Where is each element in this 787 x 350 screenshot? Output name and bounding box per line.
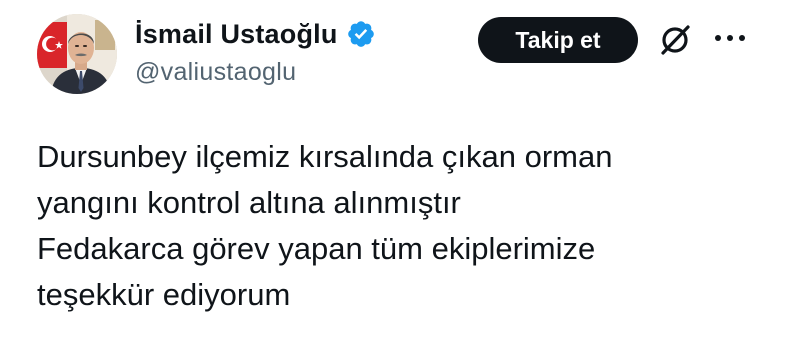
avatar[interactable]: [37, 14, 117, 94]
tweet-text-line: yangını kontrol altına alınmıştır: [37, 185, 461, 220]
tweet-text-line: Dursunbey ilçemiz kırsalında çıkan orman: [37, 139, 613, 174]
tweet-card: İsmail Ustaoğlu @valiustaoglu Takip et D…: [0, 0, 787, 350]
name-row: İsmail Ustaoğlu: [135, 14, 376, 54]
user-handle[interactable]: @valiustaoglu: [135, 58, 376, 87]
profile-photo-icon: [37, 14, 117, 94]
user-info: İsmail Ustaoğlu @valiustaoglu: [135, 14, 376, 87]
verified-badge-icon: [346, 19, 376, 49]
display-name[interactable]: İsmail Ustaoğlu: [135, 19, 338, 50]
tweet-text: Dursunbey ilçemiz kırsalında çıkan orman…: [37, 134, 757, 318]
tweet-text-line: teşekkür ediyorum: [37, 277, 291, 312]
follow-button[interactable]: Takip et: [478, 17, 638, 63]
more-icon[interactable]: [712, 31, 748, 45]
grok-icon[interactable]: [655, 20, 695, 60]
tweet-text-line: Fedakarca görev yapan tüm ekiplerimize: [37, 231, 596, 266]
